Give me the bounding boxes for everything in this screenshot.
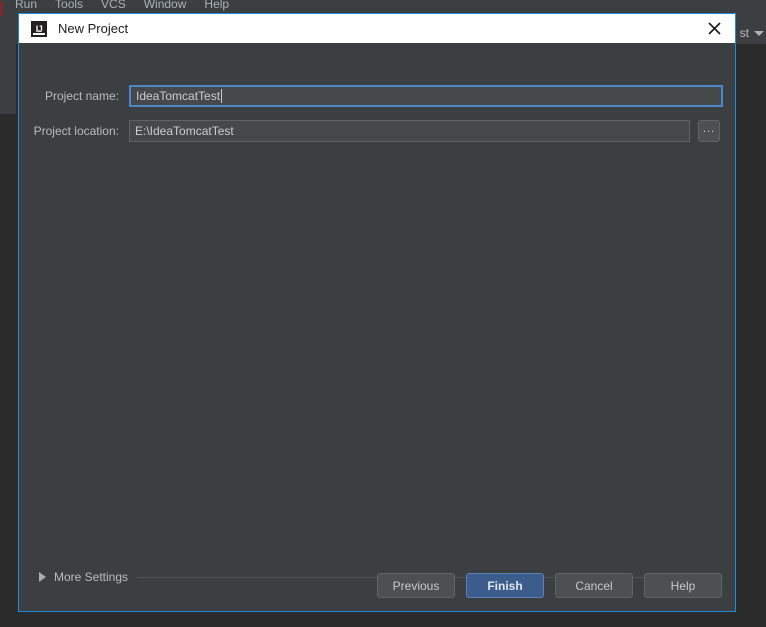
close-button[interactable]	[693, 14, 735, 43]
run-configuration-label: st	[739, 26, 749, 40]
dialog-title: New Project	[58, 21, 129, 36]
finish-button[interactable]: Finish	[466, 573, 544, 598]
chevron-right-icon	[39, 572, 46, 582]
project-name-row: Project name: IdeaTomcatTest	[19, 85, 735, 107]
project-location-label: Project location:	[33, 124, 119, 138]
more-settings-label: More Settings	[54, 570, 129, 584]
project-name-value: IdeaTomcatTest	[136, 89, 221, 103]
menu-item-tools[interactable]: Tools	[46, 0, 92, 14]
dialog-button-bar: Previous Finish Cancel Help	[377, 573, 722, 598]
project-location-value: E:\IdeaTomcatTest	[135, 124, 234, 138]
ide-menu-bar: Run Tools VCS Window Help	[0, 0, 766, 14]
new-project-dialog: IJ New Project Project name: IdeaTomcatT…	[18, 13, 736, 612]
intellij-idea-icon: IJ	[31, 20, 47, 37]
ide-toolbar-run-configuration[interactable]: st	[740, 26, 764, 40]
menu-item-run[interactable]: Run	[6, 0, 46, 14]
close-icon	[707, 22, 721, 35]
cancel-button[interactable]: Cancel	[555, 573, 633, 598]
help-button[interactable]: Help	[644, 573, 722, 598]
ide-error-marker	[0, 2, 3, 16]
menu-item-help[interactable]: Help	[195, 0, 238, 14]
previous-button[interactable]: Previous	[377, 573, 455, 598]
project-name-input[interactable]: IdeaTomcatTest	[129, 85, 723, 107]
project-location-row: Project location: E:\IdeaTomcatTest ...	[19, 120, 735, 142]
chevron-down-icon	[754, 30, 764, 36]
ide-left-gutter	[0, 14, 16, 114]
menu-item-window[interactable]: Window	[135, 0, 196, 14]
menu-item-vcs[interactable]: VCS	[92, 0, 135, 14]
dialog-content: Project name: IdeaTomcatTest Project loc…	[19, 43, 735, 611]
project-name-label: Project name:	[44, 89, 119, 103]
dialog-title-bar: IJ New Project	[19, 14, 735, 43]
intellij-idea-icon-text: IJ	[35, 23, 43, 34]
browse-folder-button[interactable]: ...	[698, 120, 720, 142]
project-location-input[interactable]: E:\IdeaTomcatTest	[129, 120, 690, 142]
text-caret	[221, 89, 223, 103]
